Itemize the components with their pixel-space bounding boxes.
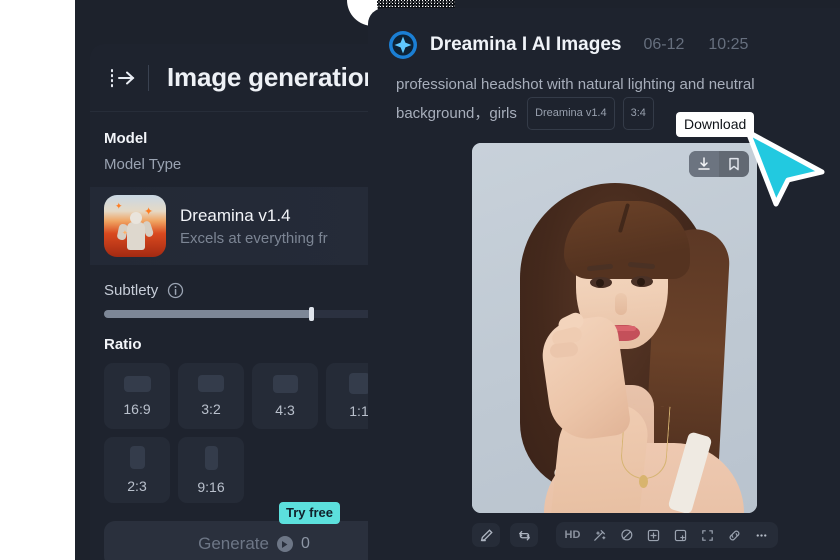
result-card: Dreamina I AI Images 06-12 10:25 profess… [368, 8, 840, 560]
ratio-label: 3:2 [201, 401, 221, 417]
ratio-shape-icon [129, 446, 145, 469]
info-icon[interactable] [167, 282, 184, 299]
slider-fill [104, 310, 312, 318]
crop-icon[interactable] [695, 524, 720, 546]
ratio-option-9-16[interactable]: 9:16 [178, 437, 244, 503]
result-time: 10:25 [708, 36, 749, 53]
slider-knob[interactable] [309, 307, 314, 321]
expand-frame-icon[interactable] [668, 524, 693, 546]
model-description: Excels at everything fr [180, 229, 328, 247]
chip-model: Dreamina v1.4 [527, 97, 615, 130]
model-section-label: Model [104, 130, 148, 147]
ratio-label: 2:3 [127, 478, 147, 494]
result-card-header: Dreamina I AI Images 06-12 10:25 [368, 8, 840, 60]
portrait-illustration [472, 143, 757, 513]
hd-button[interactable]: HD [560, 524, 585, 546]
link-icon[interactable] [722, 524, 747, 546]
chip-ratio: 3:4 [622, 97, 654, 130]
subtlety-label: Subtlety [104, 282, 159, 299]
credit-count: 0 [300, 535, 310, 552]
model-type-label: Model Type [104, 156, 182, 173]
image-action-bar [689, 151, 749, 177]
edit-pencil-icon[interactable] [472, 523, 500, 547]
screen: Image generation Model Model Type ✦ ✦ ✦ … [0, 0, 840, 560]
ratio-shape-icon [348, 373, 370, 394]
generate-label: Generate [198, 534, 269, 553]
ratio-label: 1:1 [349, 403, 369, 419]
eraser-icon[interactable] [614, 524, 639, 546]
header-divider [148, 64, 149, 91]
ratio-option-4-3[interactable]: 4:3 [252, 363, 318, 429]
ratio-option-2-3[interactable]: 2:3 [104, 437, 170, 503]
model-name: Dreamina v1.4 [180, 205, 291, 225]
ratio-section-label: Ratio [104, 336, 142, 353]
more-dots-icon[interactable] [749, 524, 774, 546]
model-thumbnail: ✦ ✦ ✦ [104, 195, 166, 257]
image-generation-panel: Image generation Model Model Type ✦ ✦ ✦ … [90, 44, 380, 560]
ratio-grid: 16:9 3:2 4:3 1:1 2:3 9:16 [90, 353, 380, 503]
brand-name: Dreamina I AI Images [430, 34, 622, 55]
inpaint-frame-icon[interactable] [641, 524, 666, 546]
expand-sidebar-icon[interactable] [104, 59, 142, 97]
subtlety-row: Subtlety [90, 265, 380, 299]
result-date: 06-12 [643, 36, 685, 53]
ratio-option-3-2[interactable]: 3:2 [178, 363, 244, 429]
mouse-pointer-cyan [742, 128, 828, 213]
panel-header: Image generation [90, 44, 380, 112]
generate-button[interactable]: Generate 0 [104, 521, 380, 560]
ratio-shape-icon [123, 375, 151, 392]
ratio-label: 16:9 [123, 400, 151, 417]
regenerate-icon[interactable] [510, 523, 538, 547]
model-selector-card[interactable]: ✦ ✦ ✦ Dreamina v1.4 Excels at everything… [90, 187, 380, 265]
result-toolbar: HD [368, 513, 840, 548]
ratio-option-16-9[interactable]: 16:9 [104, 363, 170, 429]
magic-wand-icon[interactable] [587, 524, 612, 546]
ratio-shape-icon [272, 374, 298, 393]
ratio-shape-icon [198, 375, 224, 392]
page-title: Image generation [167, 62, 380, 92]
hd-label: HD [564, 529, 581, 541]
panel-body: Model Model Type ✦ ✦ ✦ Dreamina v1.4 Exc… [90, 112, 380, 560]
prompt-chips: Dreamina v1.4 3:4 [527, 97, 654, 130]
model-meta: Dreamina v1.4 Excels at everything fr [180, 206, 328, 247]
ratio-label: 4:3 [275, 401, 295, 418]
generated-image[interactable] [472, 143, 757, 513]
download-icon[interactable] [689, 151, 719, 177]
ratio-shape-icon [204, 445, 218, 470]
tool-group: HD [556, 522, 778, 548]
generate-area: Try free Generate 0 [104, 502, 380, 560]
slider-track[interactable] [104, 307, 380, 321]
ratio-label: 9:16 [197, 478, 225, 495]
try-free-badge[interactable]: Try free [279, 502, 340, 524]
subtlety-slider[interactable] [90, 299, 380, 321]
prompt-text-block: professional headshot with natural light… [368, 60, 840, 130]
dreamina-star-logo [388, 30, 418, 60]
credit-coin-icon [276, 536, 293, 552]
